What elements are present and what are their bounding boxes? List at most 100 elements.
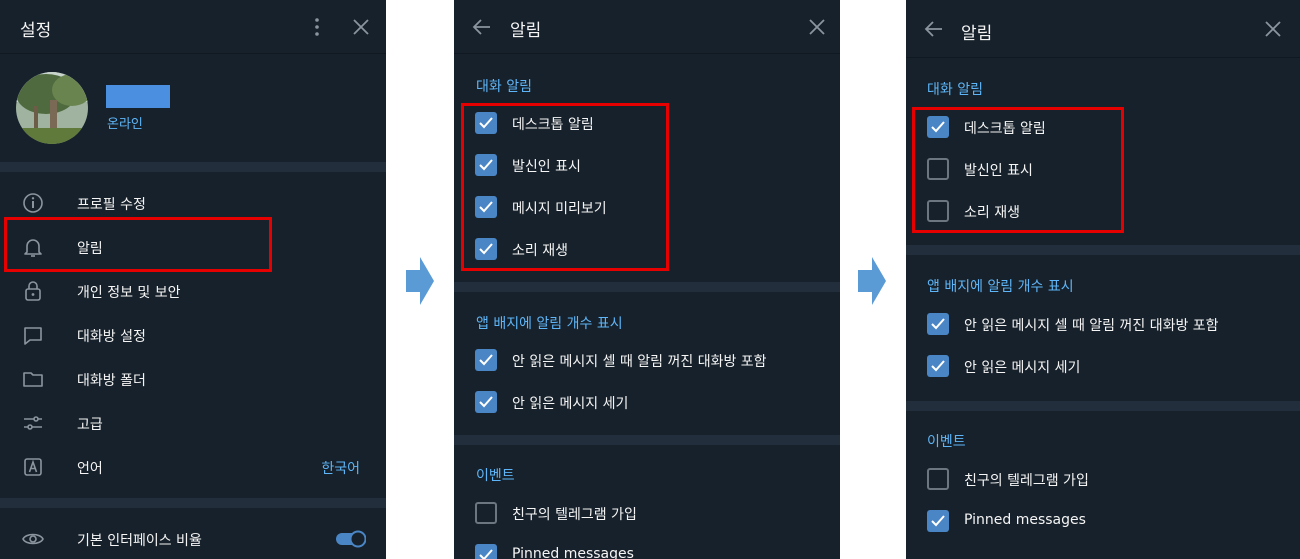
chat-icon [21,323,45,347]
menu-label: 대화방 설정 [77,329,146,345]
divider [0,498,386,508]
language-icon [21,455,45,479]
checkbox-unchecked[interactable] [475,502,497,524]
flow-arrow-icon [406,257,434,305]
checkbox-unchecked[interactable] [927,468,949,490]
close-icon[interactable] [349,15,373,39]
menu-item-chat-settings[interactable]: 대화방 설정 [0,313,386,357]
checkbox-label: Pinned messages [512,546,634,559]
checkbox-row-pinned-messages[interactable]: Pinned messages [906,500,1300,542]
online-status: 온라인 [107,117,143,132]
notifications-title: 알림 [510,21,542,41]
section-title-events: 이벤트 [476,468,515,484]
checkbox-row-message-preview[interactable]: 메시지 미리보기 [454,186,840,228]
back-arrow-icon[interactable] [922,17,946,41]
language-value: 한국어 [321,461,360,477]
checkbox-row-contact-joined[interactable]: 친구의 텔레그램 가입 [454,492,840,534]
menu-label: 기본 인터페이스 비율 [77,533,202,549]
notifications-header: 알림 [454,0,840,54]
section-title-badge-count: 앱 배지에 알림 개수 표시 [927,279,1074,295]
checkbox-label: 메시지 미리보기 [512,201,607,217]
settings-title: 설정 [20,21,52,41]
checkbox-label: 안 읽은 메시지 세기 [512,396,629,412]
notifications-panel-after: 알림 대화 알림 데스크톱 알림 발신인 표시 소리 재생 앱 배지에 알림 개… [906,0,1300,559]
checkbox-row-show-sender[interactable]: 발신인 표시 [906,148,1300,190]
checkbox-row-count-unread[interactable]: 안 읽은 메시지 세기 [454,381,840,423]
checkbox-unchecked[interactable] [927,200,949,222]
notifications-title: 알림 [961,24,993,44]
close-icon[interactable] [1261,17,1285,41]
close-icon[interactable] [805,15,829,39]
lock-icon [21,279,45,303]
checkbox-checked[interactable] [475,391,497,413]
menu-item-language[interactable]: 언어 한국어 [0,445,386,489]
divider [906,401,1300,411]
bell-icon [21,235,45,259]
checkbox-row-include-muted[interactable]: 안 읽은 메시지 셀 때 알림 꺼진 대화방 포함 [906,303,1300,345]
menu-label: 알림 [77,241,103,257]
checkbox-checked[interactable] [927,510,949,532]
section-title-chat-notifications: 대화 알림 [476,79,532,95]
checkbox-checked[interactable] [475,238,497,260]
menu-label: 언어 [77,461,103,477]
checkbox-row-play-sound[interactable]: 소리 재생 [906,190,1300,232]
checkbox-checked[interactable] [927,116,949,138]
menu-label: 대화방 폴더 [77,373,146,389]
checkbox-label: 친구의 텔레그램 가입 [964,473,1089,489]
checkbox-checked[interactable] [475,544,497,559]
checkbox-label: 안 읽은 메시지 셀 때 알림 꺼진 대화방 포함 [964,318,1219,334]
back-arrow-icon[interactable] [470,15,494,39]
section-title-events: 이벤트 [927,434,966,450]
divider [0,162,386,172]
divider [906,245,1300,255]
checkbox-label: 발신인 표시 [512,159,581,175]
notifications-panel-before: 알림 대화 알림 데스크톱 알림 발신인 표시 메시지 미리보기 소리 재생 앱… [454,0,840,559]
divider [454,282,840,292]
checkbox-label: 발신인 표시 [964,163,1033,179]
menu-label: 고급 [77,417,103,433]
checkbox-row-play-sound[interactable]: 소리 재생 [454,228,840,270]
section-title-chat-notifications: 대화 알림 [927,82,983,98]
menu-item-notifications[interactable]: 알림 [0,225,386,269]
checkbox-unchecked[interactable] [927,158,949,180]
sliders-icon [21,411,45,435]
checkbox-label: 소리 재생 [964,205,1020,221]
checkbox-label: 안 읽은 메시지 세기 [964,360,1081,376]
interface-scale-toggle[interactable] [336,529,367,549]
checkbox-row-include-muted[interactable]: 안 읽은 메시지 셀 때 알림 꺼진 대화방 포함 [454,339,840,381]
section-title-badge-count: 앱 배지에 알림 개수 표시 [476,316,623,332]
checkbox-row-show-sender[interactable]: 발신인 표시 [454,144,840,186]
checkbox-label: 소리 재생 [512,243,568,259]
checkbox-label: Pinned messages [964,512,1086,528]
checkbox-row-count-unread[interactable]: 안 읽은 메시지 세기 [906,345,1300,387]
checkbox-row-pinned-messages[interactable]: Pinned messages [454,534,840,559]
menu-item-privacy[interactable]: 개인 정보 및 보안 [0,269,386,313]
menu-item-chat-folders[interactable]: 대화방 폴더 [0,357,386,401]
checkbox-checked[interactable] [927,313,949,335]
menu-label: 프로필 수정 [77,197,146,213]
checkbox-label: 데스크톱 알림 [964,121,1046,137]
checkbox-checked[interactable] [475,349,497,371]
checkbox-checked[interactable] [475,154,497,176]
folder-icon [21,367,45,391]
profile-name-redacted [106,85,170,108]
checkbox-checked[interactable] [475,112,497,134]
info-icon [21,191,45,215]
menu-item-profile[interactable]: 프로필 수정 [0,181,386,225]
notifications-header: 알림 [906,0,1300,58]
menu-item-interface-scale[interactable]: 기본 인터페이스 비율 [0,517,386,559]
checkbox-row-desktop-notifications[interactable]: 데스크톱 알림 [454,102,840,144]
menu-item-advanced[interactable]: 고급 [0,401,386,445]
avatar[interactable] [16,72,88,144]
checkbox-row-desktop-notifications[interactable]: 데스크톱 알림 [906,106,1300,148]
checkbox-label: 안 읽은 메시지 셀 때 알림 꺼진 대화방 포함 [512,354,767,370]
checkbox-row-contact-joined[interactable]: 친구의 텔레그램 가입 [906,458,1300,500]
checkbox-checked[interactable] [475,196,497,218]
checkbox-label: 친구의 텔레그램 가입 [512,507,637,523]
more-vertical-icon[interactable] [305,15,329,39]
divider [454,435,840,445]
eye-icon [21,527,45,551]
checkbox-label: 데스크톱 알림 [512,117,594,133]
flow-arrow-icon [858,257,886,305]
checkbox-checked[interactable] [927,355,949,377]
